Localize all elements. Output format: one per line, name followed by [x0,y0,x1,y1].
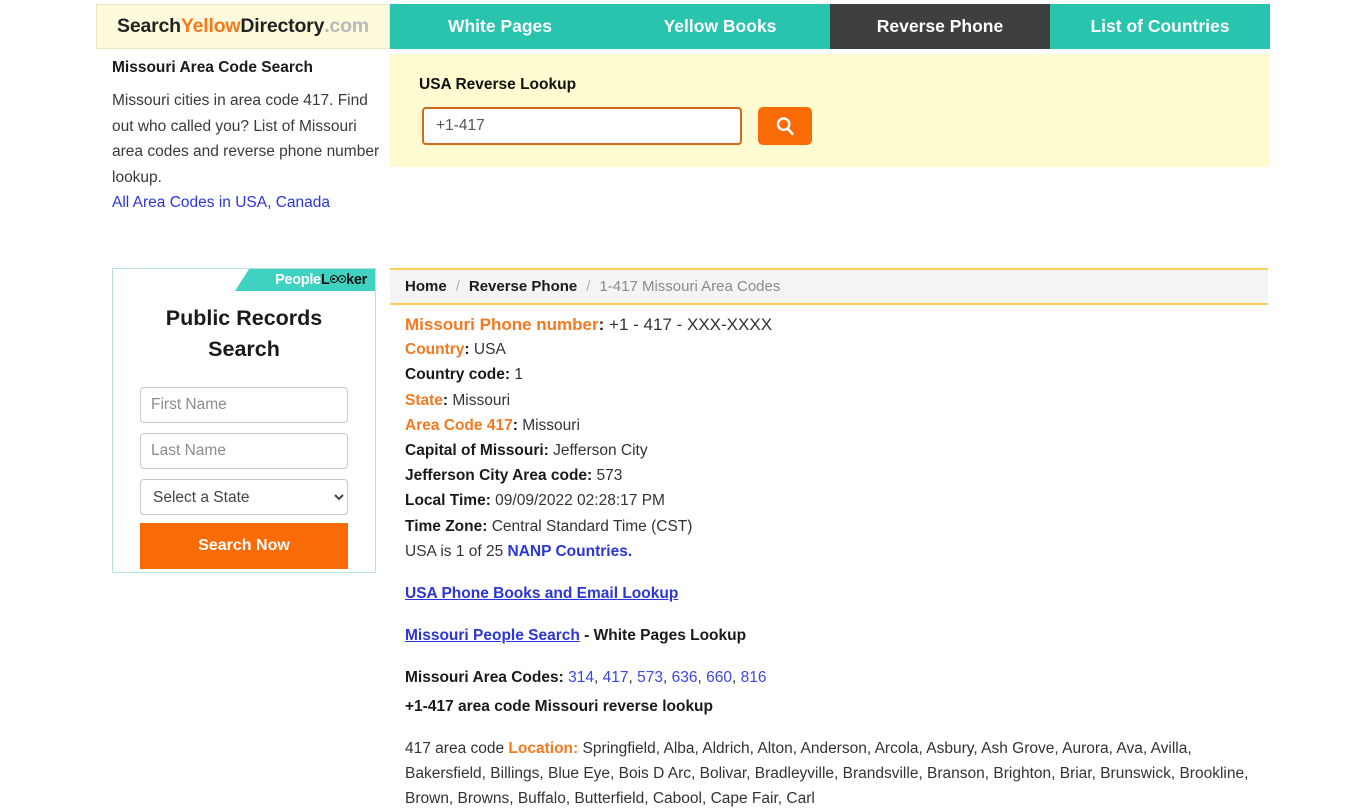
sidebar-all-area-codes-link[interactable]: All Area Codes in USA, Canada [112,190,384,216]
brand-looker-text: Lker [320,272,367,288]
colon: : [543,442,549,460]
reverse-lookup-search-button[interactable] [758,107,812,145]
detail-row-local-time: Local Time: 09/09/2022 02:28:17 PM [405,488,1265,513]
nav-item-reverse-phone[interactable]: Reverse Phone [830,4,1050,49]
area-code-link-636[interactable]: 636 [672,669,698,686]
capital-area-code-value: 573 [596,467,623,485]
detail-row-country: Country: USA [405,337,1265,362]
reverse-lookup-input[interactable] [422,107,742,145]
nav-item-white-pages[interactable]: White Pages [390,4,610,49]
search-now-button[interactable]: Search Now [140,523,348,569]
area-code-link-417[interactable]: 417 [603,669,629,686]
location-label: Location: [508,739,579,757]
breadcrumb: Home / Reverse Phone / 1-417 Missouri Ar… [390,268,1268,305]
nanp-countries-link[interactable]: NANP Countries. [508,543,633,560]
nav-label: List of Countries [1090,16,1230,36]
nanp-prefix-text: USA is 1 of 25 [405,542,508,560]
country-label: Country [405,341,465,359]
phone-number-value: +1 - 417 - XXX-XXXX [609,315,773,334]
usa-phone-books-link[interactable]: USA Phone Books and Email Lookup [405,585,678,602]
people-search-link-row: Missouri People Search - White Pages Loo… [405,623,1265,648]
search-icon [776,117,794,136]
location-prefix: 417 area code [405,739,509,757]
detail-row-time-zone: Time Zone: Central Standard Time (CST) [405,514,1265,539]
area-code-label: Area Code 417 [405,416,513,434]
eye-icon [337,275,346,283]
colon: : [587,467,593,485]
nav-item-yellow-books[interactable]: Yellow Books [610,4,830,49]
capital-value: Jefferson City [553,442,648,460]
reverse-lookup-panel: USA Reverse Lookup [390,54,1270,167]
phone-number-label: Missouri Phone number [405,315,599,334]
peoplelooker-widget: PeopleLker Public Records Search Select … [112,268,376,573]
top-navigation-bar: Search Yellow Directory .com White Pages Ye… [96,4,1270,49]
country-value: USA [473,341,506,359]
sidebar-title: Missouri Area Code Search [112,59,313,76]
detail-row-nanp: USA is 1 of 25 NANP Countries. [405,539,1265,564]
location-city-list: 417 area code Location: Springfield, Alb… [405,736,1265,811]
main-content: Missouri Phone number: +1 - 417 - XXX-XX… [405,312,1265,811]
state-label: State [405,391,443,409]
colon: : [482,517,488,535]
sidebar-description: Missouri cities in area code 417. Find o… [112,92,380,186]
colon: : [598,315,605,334]
eye-icon [329,275,338,283]
missouri-area-codes-row: Missouri Area Codes: 314, 417, 573, 636,… [405,665,1265,690]
logo-part-com: .com [324,15,369,37]
nav-label: Yellow Books [663,16,777,36]
time-zone-label: Time Zone [405,517,483,535]
state-select[interactable]: Select a State [140,479,348,515]
country-code-label: Country code [405,366,505,384]
logo-part-directory: Directory [240,15,325,37]
brand-people-text: People [275,272,321,288]
site-logo[interactable]: Search Yellow Directory .com [96,4,390,49]
nav-label: White Pages [447,16,553,36]
capital-label: Capital of Missouri [405,442,544,460]
detail-row-area-code: Area Code 417: Missouri [405,413,1265,438]
detail-row-country-code: Country code: 1 [405,362,1265,387]
local-time-value: 09/09/2022 02:28:17 PM [495,492,665,510]
colon: : [442,391,449,409]
breadcrumb-separator: / [455,278,460,295]
area-code-link-816[interactable]: 816 [741,669,767,686]
country-code-value: 1 [514,366,524,384]
time-zone-value: Central Standard Time (CST) [491,517,693,535]
area-code-list: 314, 417, 573, 636, 660, 816 [568,669,767,687]
capital-area-code-label: Jefferson City Area code [405,467,588,485]
missouri-people-search-link[interactable]: Missouri People Search [405,627,580,644]
local-time-label: Local Time [405,492,486,510]
area-code-link-660[interactable]: 660 [706,669,732,686]
phone-books-link-row: USA Phone Books and Email Lookup [405,581,1265,606]
last-name-input[interactable] [140,433,348,469]
nav-item-list-of-countries[interactable]: List of Countries [1050,4,1270,49]
breadcrumb-home-link[interactable]: Home [405,278,447,295]
widget-heading: Public Records Search [165,306,323,361]
breadcrumb-reverse-phone-link[interactable]: Reverse Phone [469,278,577,295]
colon: : [512,416,518,434]
detail-row-phone-number: Missouri Phone number: +1 - 417 - XXX-XX… [405,312,1265,337]
detail-row-capital-area-code: Jefferson City Area code: 573 [405,463,1265,488]
lookup-panel-title: USA Reverse Lookup [419,76,577,93]
area-code-link-573[interactable]: 573 [637,669,663,686]
first-name-input[interactable] [140,387,348,423]
breadcrumb-current-page: 1-417 Missouri Area Codes [599,278,781,295]
reverse-lookup-heading: +1-417 area code Missouri reverse lookup [405,694,1265,719]
missouri-area-codes-label: Missouri Area Codes: [405,669,564,687]
logo-part-search: Search [117,15,181,37]
people-search-suffix: - White Pages Lookup [579,627,747,645]
area-code-value: Missouri [522,416,580,434]
detail-row-state: State: Missouri [405,388,1265,413]
colon: : [464,341,470,359]
state-value: Missouri [452,391,511,409]
colon: : [504,366,511,384]
area-code-link-314[interactable]: 314 [568,669,594,686]
peoplelooker-brand-banner: People Lker [235,269,375,291]
logo-part-yellow: Yellow [180,15,241,37]
breadcrumb-separator: / [586,278,591,295]
detail-row-capital: Capital of Missouri: Jefferson City [405,438,1265,463]
reverse-lookup-heading-text: +1-417 area code Missouri reverse lookup [405,697,713,715]
sidebar-intro: Missouri Area Code Search Missouri citie… [112,58,384,216]
nav-label: Reverse Phone [876,16,1004,36]
colon: : [485,492,491,510]
